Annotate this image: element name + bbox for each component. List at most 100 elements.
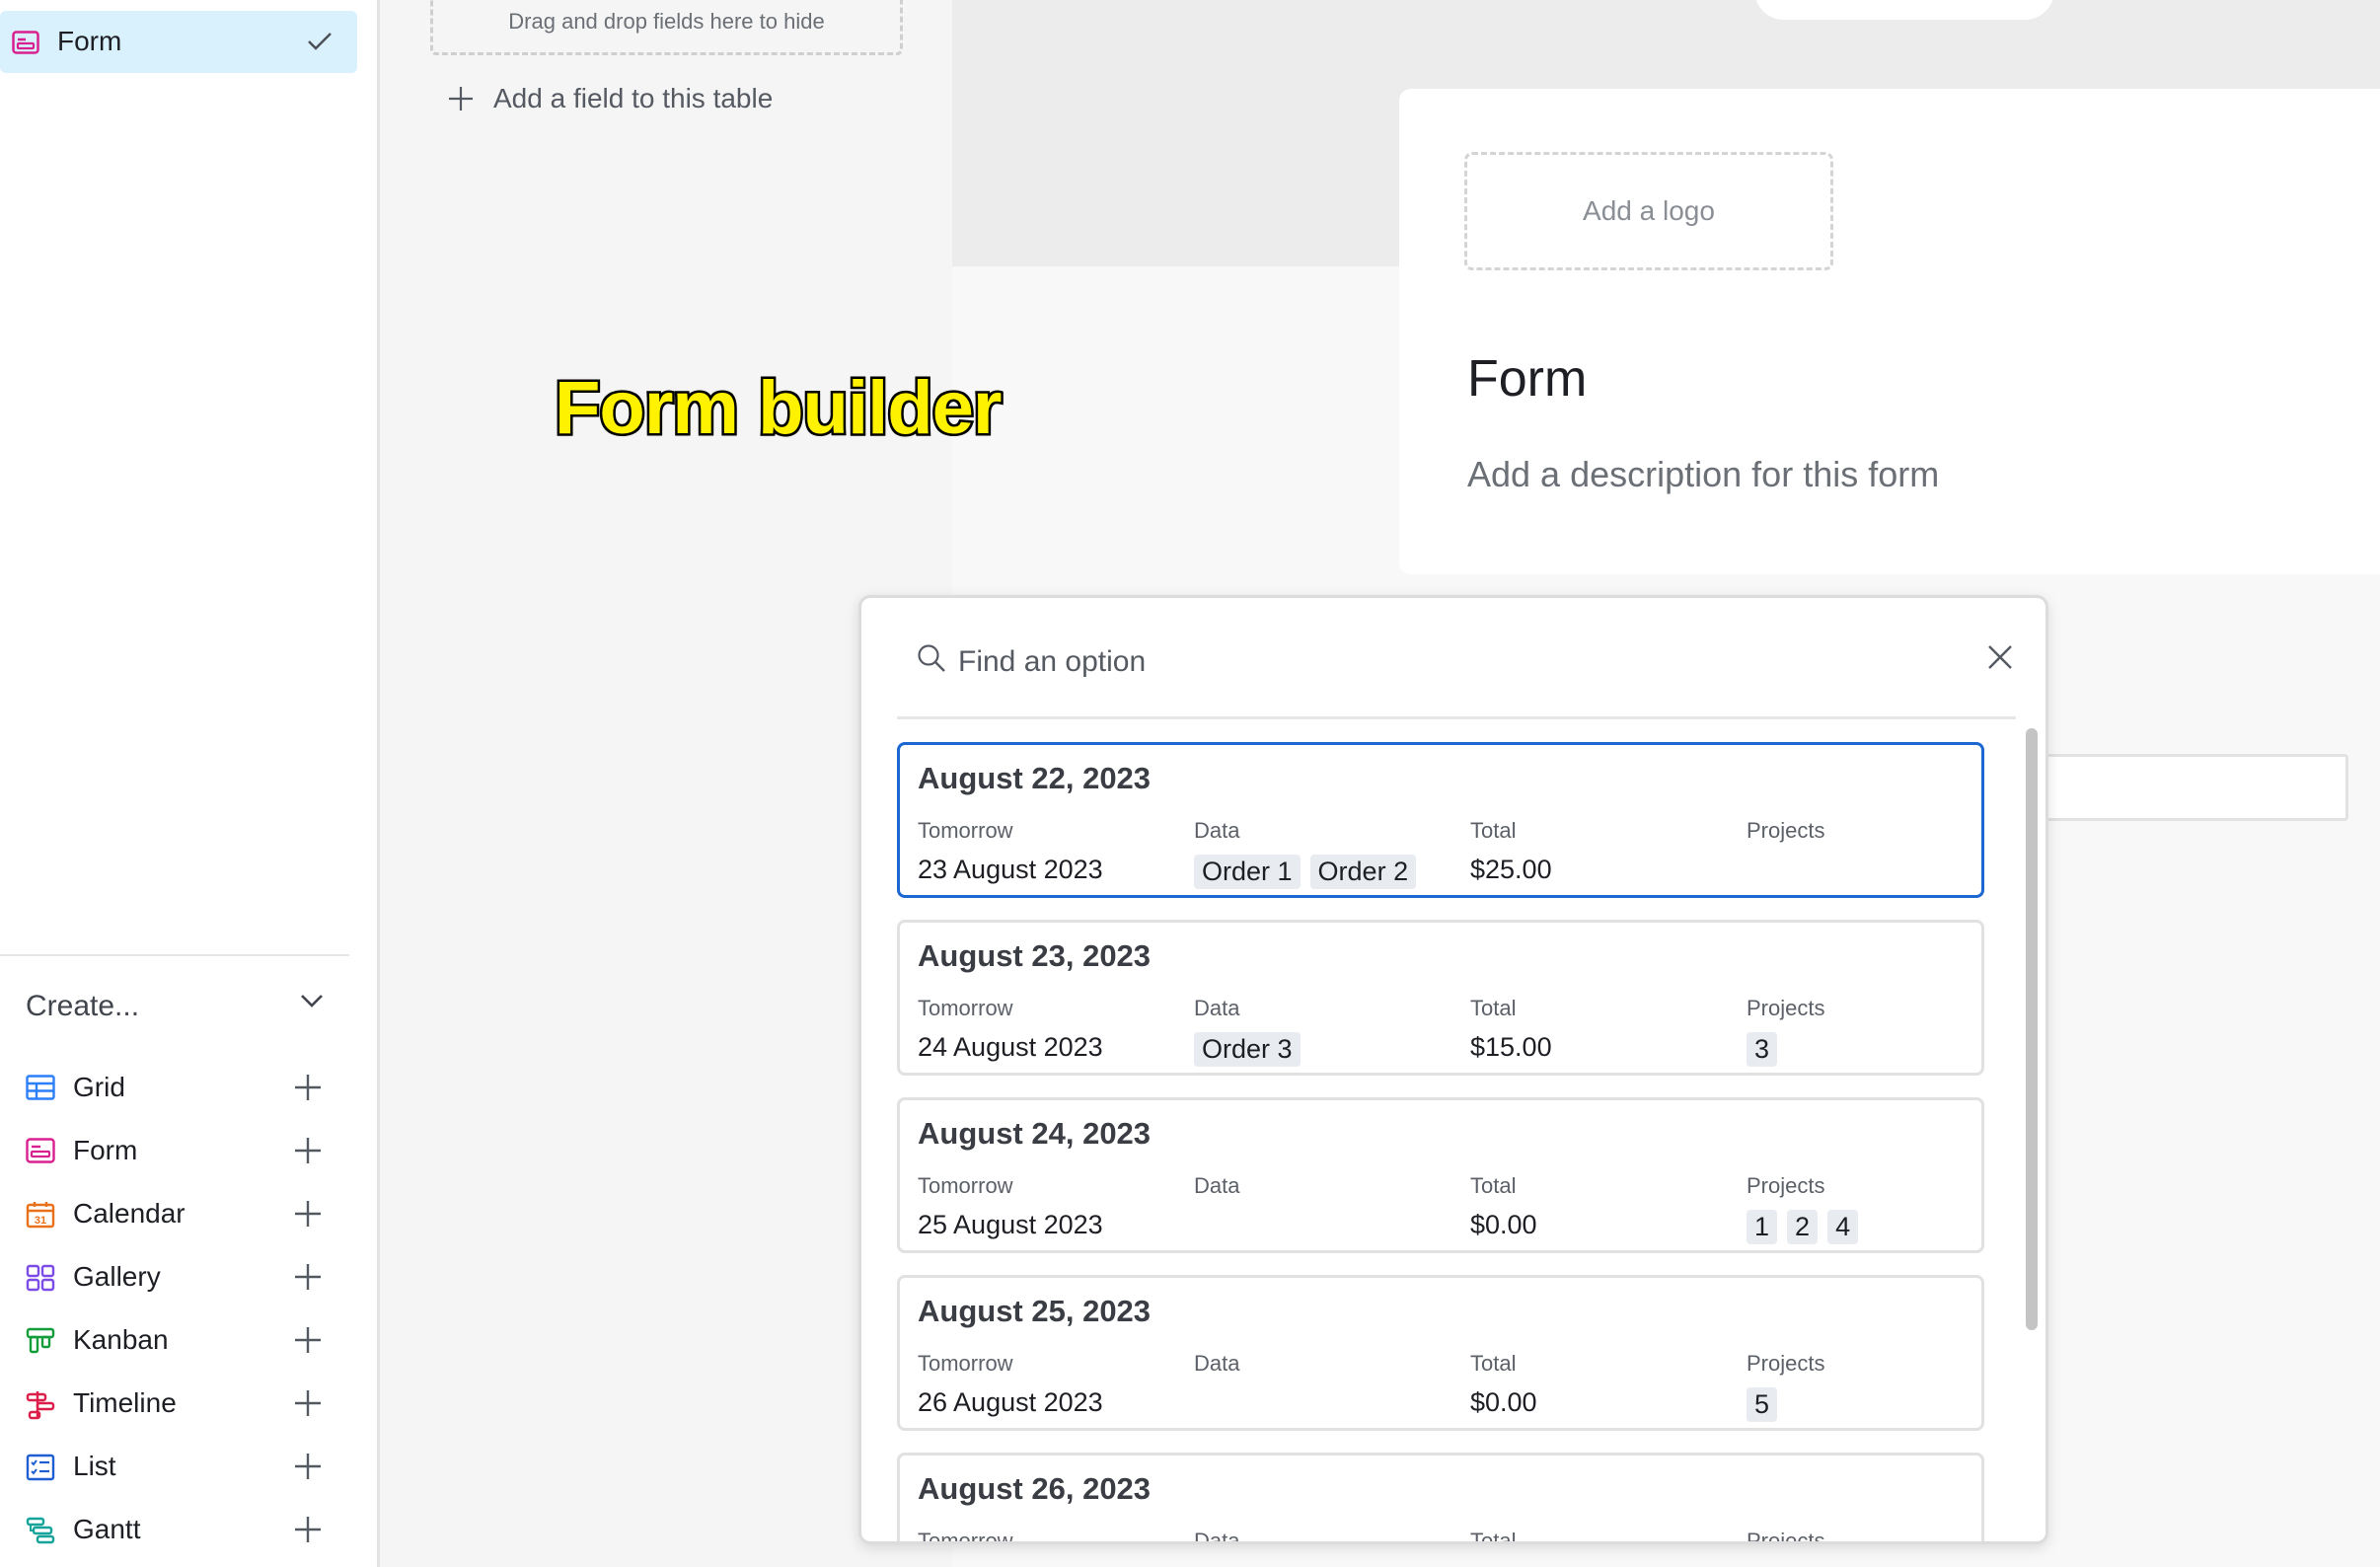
create-item-label: Timeline: [73, 1387, 177, 1418]
field-value: 26 August 2023: [918, 1387, 1103, 1417]
field-total: Total $0.00: [1470, 1351, 1737, 1425]
field-value: 23 August 2023: [918, 855, 1103, 884]
create-calendar-view[interactable]: 31 Calendar: [26, 1189, 332, 1238]
project-chip: 1: [1747, 1210, 1778, 1244]
project-chip: 5: [1747, 1387, 1778, 1422]
create-list-view[interactable]: List: [26, 1442, 332, 1491]
field-total: Total $0.00: [1470, 1173, 1737, 1247]
search-input[interactable]: [956, 634, 1828, 691]
record-title: August 26, 2023: [918, 1471, 1152, 1506]
field-header: Tomorrow: [918, 1351, 1013, 1376]
list-icon: [26, 1454, 55, 1481]
create-item-label: List: [73, 1451, 116, 1481]
linked-record-chip: Order 3: [1194, 1032, 1301, 1067]
sidebar-item-form-active[interactable]: Form: [0, 11, 357, 73]
create-kanban-view[interactable]: Kanban: [26, 1315, 332, 1365]
chevron-down-icon: [300, 993, 324, 1008]
create-item-label: Form: [73, 1135, 138, 1165]
record-title: August 22, 2023: [918, 761, 1152, 795]
field-value: $15.00: [1470, 1032, 1552, 1062]
record-card[interactable]: August 23, 2023 Tomorrow 24 August 2023 …: [897, 920, 1984, 1076]
form-description[interactable]: Add a description for this form: [1467, 454, 1939, 495]
field-header: Tomorrow: [918, 996, 1013, 1020]
field-header: Projects: [1747, 1173, 1825, 1198]
plus-icon[interactable]: [294, 1389, 322, 1417]
plus-icon[interactable]: [294, 1074, 322, 1101]
form-title[interactable]: Form: [1467, 349, 1587, 409]
plus-icon[interactable]: [294, 1326, 322, 1354]
field-projects: Projects 124: [1747, 1173, 1984, 1247]
field-value: [1747, 855, 1984, 892]
field-value: 25 August 2023: [918, 1210, 1103, 1239]
create-timeline-view[interactable]: Timeline: [26, 1379, 332, 1428]
project-chip: 2: [1787, 1210, 1819, 1244]
plus-icon[interactable]: [294, 1263, 322, 1291]
form-field-input[interactable]: [2041, 754, 2348, 821]
create-gantt-view[interactable]: Gantt: [26, 1505, 332, 1554]
field-tomorrow: Tomorrow 25 August 2023: [918, 1173, 1184, 1247]
create-section-label: Create...: [26, 990, 140, 1022]
scrollbar-thumb[interactable]: [2026, 728, 2038, 1330]
plus-icon[interactable]: [294, 1516, 322, 1543]
create-item-label: Grid: [73, 1072, 125, 1102]
plus-icon[interactable]: [294, 1453, 322, 1480]
add-field-label: Add a field to this table: [493, 83, 774, 113]
record-card[interactable]: August 22, 2023 Tomorrow 23 August 2023 …: [897, 742, 1984, 898]
field-value: 124: [1747, 1210, 1984, 1247]
field-header: Projects: [1747, 996, 1825, 1020]
record-card[interactable]: August 26, 2023 Tomorrow Data Total Proj…: [897, 1453, 1984, 1544]
field-header: Total: [1470, 1173, 1517, 1198]
create-grid-view[interactable]: Grid: [26, 1063, 332, 1112]
form-icon: [12, 31, 39, 54]
field-value: [1194, 1210, 1460, 1247]
sidebar-divider: [0, 954, 349, 956]
add-logo-button[interactable]: Add a logo: [1464, 152, 1833, 270]
linked-record-chip: Order 1: [1194, 855, 1301, 889]
plus-icon[interactable]: [294, 1200, 322, 1228]
sidebar: Form Create... Grid Form 31 Calendar Gal…: [0, 0, 380, 1567]
kanban-icon: [26, 1327, 55, 1355]
field-tomorrow: Tomorrow 23 August 2023: [918, 818, 1184, 892]
create-section-toggle[interactable]: Create...: [26, 987, 332, 1030]
form-card: Add a logo Form Add a description for th…: [1399, 89, 2380, 574]
field-header: Total: [1470, 996, 1517, 1020]
option-picker-popup: August 22, 2023 Tomorrow 23 August 2023 …: [858, 595, 2048, 1544]
field-header: Projects: [1747, 1351, 1825, 1376]
field-value: Order 1 Order 2: [1194, 855, 1460, 892]
gallery-icon: [26, 1264, 55, 1292]
top-toolbar-pill[interactable]: [1754, 0, 2054, 20]
record-title: August 24, 2023: [918, 1116, 1152, 1151]
record-title: August 23, 2023: [918, 938, 1152, 973]
field-value: 3: [1747, 1032, 1984, 1070]
record-title: August 25, 2023: [918, 1294, 1152, 1328]
field-header: Projects: [1747, 818, 1825, 843]
record-list: August 22, 2023 Tomorrow 23 August 2023 …: [897, 742, 1984, 1544]
field-tomorrow: Tomorrow 26 August 2023: [918, 1351, 1184, 1425]
add-logo-label: Add a logo: [1583, 195, 1715, 226]
field-projects: Projects 5: [1747, 1351, 1984, 1425]
record-card[interactable]: August 25, 2023 Tomorrow 26 August 2023 …: [897, 1275, 1984, 1431]
field-value: 24 August 2023: [918, 1032, 1103, 1062]
create-item-label: Gallery: [73, 1261, 161, 1292]
close-icon[interactable]: [1986, 643, 2018, 675]
field-value: [1194, 1387, 1460, 1425]
field-value: Order 3: [1194, 1032, 1460, 1070]
field-projects: Projects: [1747, 818, 1984, 892]
project-chip: 4: [1827, 1210, 1859, 1244]
record-card[interactable]: August 24, 2023 Tomorrow 25 August 2023 …: [897, 1097, 1984, 1253]
create-form-view[interactable]: Form: [26, 1126, 332, 1175]
plus-icon[interactable]: [294, 1137, 322, 1164]
field-header: Data: [1194, 1351, 1240, 1376]
hidden-fields-drop-zone[interactable]: Drag and drop fields here to hide: [430, 0, 903, 55]
field-header: Data: [1194, 1173, 1240, 1198]
create-gallery-view[interactable]: Gallery: [26, 1252, 332, 1302]
field-header: Tomorrow: [918, 1529, 1013, 1544]
picker-search-row: [861, 598, 2045, 716]
field-total: Total $15.00: [1470, 996, 1737, 1070]
svg-text:31: 31: [35, 1215, 46, 1227]
create-item-label: Gantt: [73, 1514, 141, 1544]
checkmark-icon: [307, 32, 333, 51]
search-divider: [897, 716, 2016, 719]
field-data: Data Order 1 Order 2: [1194, 818, 1460, 892]
field-value: 5: [1747, 1387, 1984, 1425]
